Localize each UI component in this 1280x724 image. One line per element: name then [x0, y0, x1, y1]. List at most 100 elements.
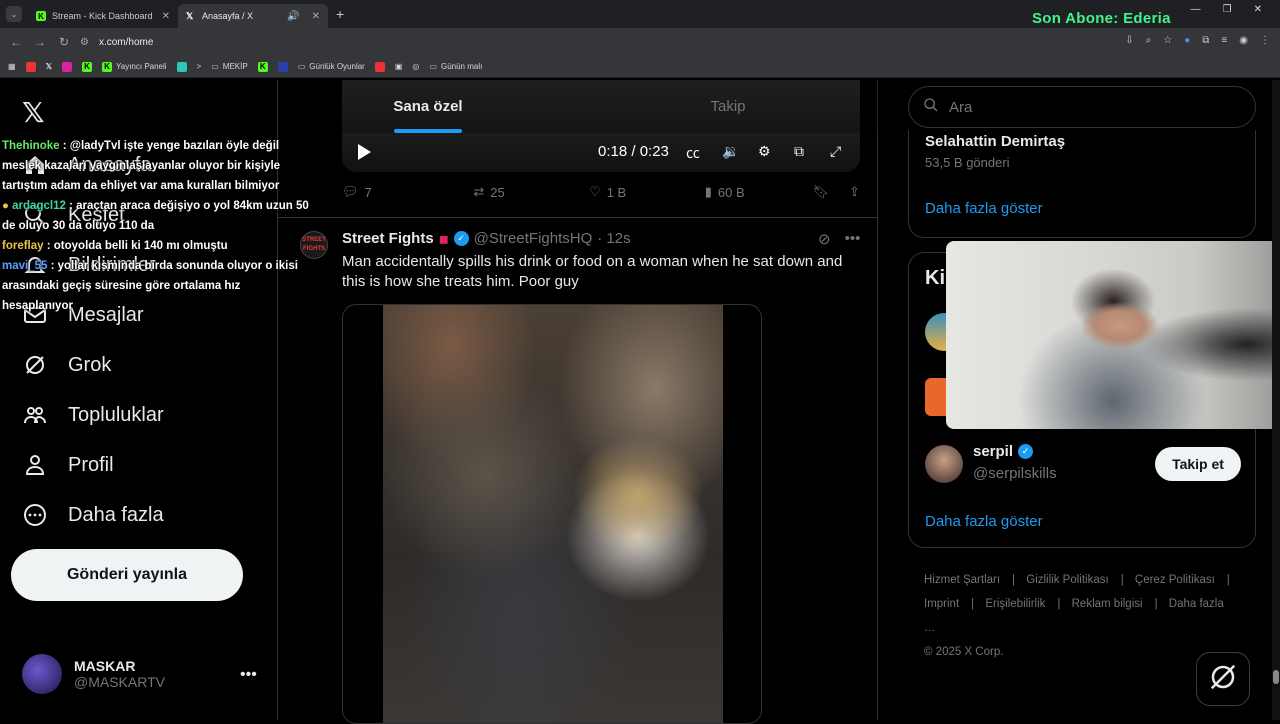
- views-button[interactable]: ▮ 60 B: [705, 184, 813, 200]
- post-button[interactable]: Gönderi yayınla: [11, 549, 243, 601]
- site-info-icon[interactable]: ⚙: [80, 37, 89, 48]
- post-author-handle[interactable]: @StreetFightsHQ: [474, 230, 593, 247]
- follow-button[interactable]: Takip et: [1155, 447, 1241, 481]
- show-more-link[interactable]: Daha fazla göster: [925, 200, 1043, 217]
- post-actions: 💬︎ 7 ⇄ 25 ♡ 1 B ▮ 60 B 🔖︎ ⇪: [342, 184, 860, 200]
- footer-link[interactable]: Çerez Politikası: [1135, 574, 1215, 586]
- tab-search-button[interactable]: ⌄: [6, 6, 22, 22]
- tab-title: Anasayfa / X: [202, 11, 254, 21]
- star-icon[interactable]: ☆: [1163, 35, 1172, 46]
- close-icon[interactable]: ✕: [312, 11, 320, 22]
- forward-icon[interactable]: →: [28, 35, 52, 49]
- youtube-icon[interactable]: [374, 61, 385, 72]
- bookmark-yayinci-paneli[interactable]: K Yayıncı Paneli: [102, 61, 167, 72]
- reading-list-icon[interactable]: ≡: [1221, 35, 1227, 46]
- nav-label: Grok: [68, 353, 112, 376]
- nav-item-grok[interactable]: Grok: [22, 352, 111, 378]
- reload-icon[interactable]: ↻: [52, 35, 76, 49]
- globe-icon[interactable]: ◎: [412, 62, 419, 71]
- grok-button[interactable]: [1196, 652, 1250, 706]
- new-tab-button[interactable]: +: [336, 6, 344, 22]
- tab-x-home[interactable]: 𝕏 Anasayfa / X 🔊 ✕: [178, 4, 328, 28]
- extension-icon[interactable]: ●: [1184, 35, 1190, 46]
- captions-icon[interactable]: ㏄: [686, 143, 700, 163]
- nav-item-profile[interactable]: Profil: [22, 452, 114, 478]
- footer-link[interactable]: Imprint: [924, 598, 959, 610]
- tab-for-you[interactable]: Sana özel: [278, 80, 578, 133]
- verified-icon: ✓: [453, 231, 469, 246]
- grok-icon: [1208, 662, 1238, 697]
- kick-icon[interactable]: K: [82, 61, 93, 72]
- footer-link[interactable]: Gizlilik Politikası: [1026, 574, 1108, 586]
- youtube-icon[interactable]: [25, 61, 36, 72]
- apps-icon[interactable]: ▦: [8, 62, 16, 71]
- app-icon[interactable]: [176, 61, 187, 72]
- close-icon[interactable]: ✕: [162, 11, 170, 22]
- main-feed: Sana özel Takip 0:18 / 0:23 ㏄ 🔉 ⚙ ⧉ ⤢ 💬︎…: [278, 80, 878, 724]
- x-logo-icon[interactable]: 𝕏: [22, 96, 45, 129]
- instagram-icon[interactable]: [62, 61, 73, 72]
- kick-icon[interactable]: K: [257, 61, 268, 72]
- feed-tabs: Sana özel Takip: [278, 80, 878, 133]
- more-icon[interactable]: •••: [240, 666, 257, 684]
- search-input[interactable]: Ara: [908, 86, 1256, 128]
- bookmark-mekip[interactable]: ▭ MEKİP: [211, 62, 247, 71]
- x-icon[interactable]: 𝕏: [46, 62, 52, 71]
- account-name: MASKAR: [74, 658, 136, 674]
- show-more-link[interactable]: Daha fazla göster: [925, 513, 1043, 530]
- account-switcher[interactable]: MASKAR @MASKARTV: [22, 654, 165, 694]
- install-icon[interactable]: ⇩: [1125, 35, 1133, 46]
- pip-icon[interactable]: ⧉: [794, 143, 804, 160]
- scrollbar[interactable]: [1272, 80, 1280, 720]
- play-icon[interactable]: [358, 144, 371, 160]
- volume-icon[interactable]: 🔉: [722, 143, 739, 160]
- tab-kick-dashboard[interactable]: K Stream - Kick Dashboard ✕: [28, 4, 178, 28]
- grok-icon[interactable]: ⊘: [818, 230, 831, 248]
- chat-message: foreflay : otoyolda belli ki 140 mı olmu…: [2, 236, 312, 256]
- bookmark-gunun-mali[interactable]: ▭ Günün malı: [429, 62, 482, 71]
- footer-link[interactable]: Erişilebilirlik: [985, 598, 1045, 610]
- footer-link[interactable]: Hizmet Şartları: [924, 574, 1000, 586]
- reply-button[interactable]: 💬︎ 7: [342, 184, 473, 200]
- image-icon[interactable]: ▣: [395, 62, 403, 71]
- bookmark-gunluk-oyunlar[interactable]: ▭ Günlük Oyunlar: [298, 62, 365, 71]
- address-bar: ← → ↻ ⚙ x.com/home ⇩ ⌕ ☆ ● ⧉ ≡ ◉ ⋮: [0, 28, 1280, 56]
- more-circle-icon: [22, 502, 48, 528]
- back-icon[interactable]: ←: [4, 35, 28, 49]
- post-time[interactable]: · 12s: [597, 230, 630, 247]
- kick-icon: K: [36, 11, 46, 21]
- more-icon[interactable]: •••: [845, 230, 861, 248]
- post-author-name[interactable]: Street Fights: [342, 230, 434, 247]
- trend-name[interactable]: Selahattin Demirtaş: [925, 133, 1065, 150]
- app-icon[interactable]: [277, 61, 288, 72]
- fullscreen-icon[interactable]: ⤢: [830, 143, 841, 160]
- settings-icon[interactable]: ⚙: [758, 143, 771, 160]
- extensions-icon[interactable]: ⧉: [1202, 35, 1209, 46]
- tab-following[interactable]: Takip: [578, 80, 878, 133]
- post-video[interactable]: [342, 304, 762, 724]
- url-field[interactable]: x.com/home: [99, 37, 153, 48]
- bookmark-icon[interactable]: 🔖︎: [813, 184, 830, 200]
- tab-title: Stream - Kick Dashboard: [52, 11, 153, 21]
- terminal-icon[interactable]: >: [197, 62, 202, 71]
- restore-icon[interactable]: ❐: [1223, 4, 1232, 15]
- avatar[interactable]: [925, 445, 963, 483]
- trends-card: Selahattin Demirtaş 53,5 B gönderi Daha …: [908, 130, 1256, 238]
- repost-button[interactable]: ⇄ 25: [473, 184, 589, 200]
- close-window-icon[interactable]: ✕: [1254, 4, 1262, 15]
- share-icon[interactable]: ⇪: [849, 184, 860, 200]
- chat-user: mavi_55: [2, 260, 48, 272]
- bookmarks-bar: ▦ 𝕏 K K Yayıncı Paneli > ▭ MEKİP K ▭ Günlük…: [0, 56, 1280, 78]
- scrollbar-thumb[interactable]: [1273, 670, 1279, 684]
- menu-icon[interactable]: ⋮: [1260, 35, 1270, 46]
- speaker-icon[interactable]: 🔊: [287, 11, 299, 22]
- zoom-icon[interactable]: ⌕: [1146, 35, 1152, 46]
- suggestion-handle[interactable]: @serpilskills: [973, 465, 1057, 482]
- suggestion-name[interactable]: serpil: [973, 443, 1013, 460]
- footer-link[interactable]: Reklam bilgisi: [1072, 598, 1143, 610]
- minimize-icon[interactable]: —: [1191, 4, 1201, 15]
- like-button[interactable]: ♡ 1 B: [589, 184, 705, 200]
- nav-item-communities[interactable]: Topluluklar: [22, 402, 164, 428]
- profile-icon[interactable]: ◉: [1239, 35, 1248, 46]
- nav-item-more[interactable]: Daha fazla: [22, 502, 164, 528]
